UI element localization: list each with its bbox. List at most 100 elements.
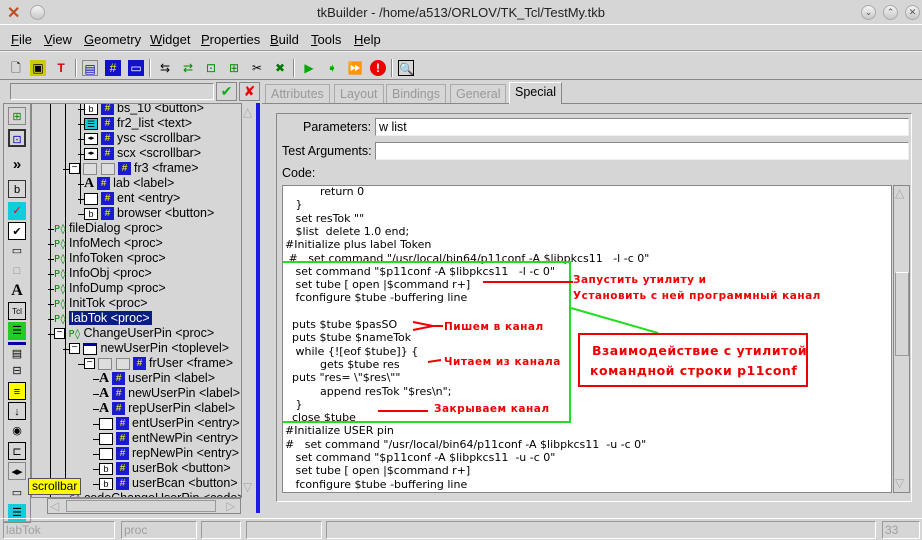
run-step-icon[interactable]: ➧ [324, 60, 340, 76]
apply-check-icon[interactable]: ✔ [216, 82, 237, 101]
menu-file[interactable]: File [11, 32, 32, 47]
tab-special[interactable]: Special [509, 82, 562, 104]
labelframe-widget-icon[interactable]: ⊏ [8, 442, 26, 460]
run-all-icon[interactable]: ⏩ [347, 60, 363, 76]
checkbutton-color-icon[interactable]: ✓ [8, 202, 26, 220]
tree-node[interactable]: C◊codeChangeUserPin <code> [69, 491, 245, 497]
listbox-widget-icon[interactable]: ☰ [8, 322, 26, 340]
tree-node[interactable]: A # lab <label> [84, 176, 174, 191]
scale-widget-icon[interactable]: ↓ [8, 402, 26, 420]
collapse-toggle-icon[interactable]: − [69, 163, 80, 175]
tree-node[interactable]: P◊ fileDialog <proc> [54, 221, 163, 236]
tree-node[interactable]: − P◊ ChangeUserPin <proc> [54, 326, 214, 341]
button-widget-icon[interactable]: b [8, 180, 26, 198]
menu-widget[interactable]: Widget [150, 32, 190, 47]
tree-node[interactable]: P◊ InfoObj <proc> [54, 266, 152, 281]
tree-node[interactable]: A # userPin <label> [99, 371, 215, 386]
scroll-down-arrow-icon[interactable]: ▽ [895, 476, 904, 490]
widget-view-icon[interactable]: ⊡ [8, 129, 26, 147]
tree-node[interactable]: A # newUserPin <label> [99, 386, 240, 401]
tree-node[interactable]: A # repUserPin <label> [99, 401, 235, 416]
tree-node[interactable]: − newUserPin <toplevel> [69, 341, 229, 356]
tree-node[interactable]: # entUserPin <entry> [99, 416, 240, 431]
tree-node[interactable]: b # userBok <button> [99, 461, 231, 476]
tree-node[interactable]: b # userBcan <button> [99, 476, 238, 491]
message-widget-icon[interactable]: ≡ [8, 382, 26, 400]
inspect-icon[interactable]: 🔍 [398, 60, 414, 76]
close-button[interactable]: ✕ [905, 5, 920, 20]
entry-widget-icon[interactable]: ▭ [8, 242, 26, 260]
tree-node[interactable]: # ent <entry> [84, 191, 180, 206]
toplevel-widget-icon[interactable]: ▤ [8, 342, 26, 360]
tree-vertical-scrollbar[interactable]: △ ▽ [241, 103, 257, 498]
tree-view-icon[interactable]: ⊞ [8, 107, 26, 125]
collapse-toggle-icon[interactable]: − [69, 343, 80, 355]
tree-search-input[interactable] [10, 83, 214, 100]
tree-node[interactable]: ☰ # fr2_list <text> [84, 116, 192, 131]
grid-icon[interactable]: # [105, 60, 121, 76]
run-icon[interactable]: ▶ [301, 60, 317, 76]
tree-node[interactable]: P◊ InfoToken <proc> [54, 251, 166, 266]
stop-icon[interactable]: ! [370, 60, 386, 76]
code-vertical-scrollbar[interactable]: △ ▽ [893, 185, 910, 493]
test-arguments-input[interactable] [375, 142, 909, 160]
tab-bindings[interactable]: Bindings [386, 84, 446, 103]
menu-tools[interactable]: Tools [311, 32, 341, 47]
tab-layout[interactable]: Layout [334, 84, 384, 103]
collapse-toggle-icon[interactable]: − [84, 358, 95, 370]
tab-attributes[interactable]: Attributes [265, 84, 330, 103]
menubutton-widget-icon[interactable]: ⊟ [8, 362, 26, 380]
save-as-tcl-icon[interactable]: T [53, 60, 69, 76]
scroll-up-arrow-icon[interactable]: △ [243, 105, 252, 119]
checkbutton-widget-icon[interactable]: ✔ [8, 222, 26, 240]
menu-properties[interactable]: Properties [201, 32, 260, 47]
scroll-up-arrow-icon[interactable]: △ [895, 186, 904, 200]
tree-horizontal-scrollbar[interactable]: ◁ ▷ [47, 498, 241, 514]
move-out-icon[interactable]: ⊞ [226, 60, 242, 76]
minimize-button[interactable]: ⌄ [861, 5, 876, 20]
scroll-left-arrow-icon[interactable]: ◁ [50, 499, 59, 513]
parameters-input[interactable]: w list [375, 118, 909, 136]
cancel-x-icon[interactable]: ✘ [239, 82, 260, 101]
frame-widget-icon[interactable]: □ [8, 262, 26, 280]
tree-node[interactable]: P◊ InfoMech <proc> [54, 236, 163, 251]
label-widget-icon[interactable]: A [8, 282, 26, 300]
scroll-thumb[interactable] [66, 500, 216, 512]
tree-node[interactable]: P◊ InfoDump <proc> [54, 281, 166, 296]
new-file-icon[interactable]: 🗋 [8, 60, 24, 76]
tree-node[interactable]: − # fr3 <frame> [69, 161, 199, 176]
menu-help[interactable]: Help [354, 32, 381, 47]
collapse-toggle-icon[interactable]: − [54, 328, 65, 340]
tree-node[interactable]: b # browser <button> [84, 206, 214, 221]
tab-general[interactable]: General [450, 84, 507, 103]
menu-geometry[interactable]: Geometry [84, 32, 141, 47]
move-down-icon[interactable]: ⇄ [180, 60, 196, 76]
menu-build[interactable]: Build [270, 32, 299, 47]
tree-node[interactable]: ◂▸ # ysc <scrollbar> [84, 131, 201, 146]
delete-icon[interactable]: ✖ [272, 60, 288, 76]
code-editor[interactable]: return 0 } set resTok "" $list delete 1.… [282, 185, 892, 493]
tree-node[interactable]: P◊ InitTok <proc> [54, 296, 148, 311]
maximize-button[interactable]: ⌃ [883, 5, 898, 20]
scroll-right-arrow-icon[interactable]: ▷ [226, 499, 235, 513]
move-up-icon[interactable]: ⇆ [157, 60, 173, 76]
save-icon[interactable]: ▣ [30, 60, 46, 76]
tcl-code-icon[interactable]: Tcl [8, 302, 26, 320]
scrollbar-widget-icon[interactable]: ◂▸ [8, 462, 26, 480]
radiobutton-widget-icon[interactable]: ◉ [8, 422, 26, 440]
more-icon[interactable]: » [8, 156, 26, 174]
menu-view[interactable]: View [44, 32, 72, 47]
tree-node[interactable]: # entNewPin <entry> [99, 431, 238, 446]
spinbox-widget-icon[interactable]: ▭ [8, 484, 26, 502]
scroll-thumb[interactable] [895, 272, 909, 356]
scroll-down-arrow-icon[interactable]: ▽ [243, 480, 252, 494]
place-icon[interactable]: ▭ [128, 60, 144, 76]
tree-node[interactable]: P◊ labTok <proc> [54, 311, 152, 326]
pack-icon[interactable]: ▤ [82, 60, 98, 76]
tree-node[interactable]: − # frUser <frame> [84, 356, 233, 371]
pane-divider[interactable] [256, 103, 260, 513]
cut-icon[interactable]: ✂ [249, 60, 265, 76]
move-in-icon[interactable]: ⊡ [203, 60, 219, 76]
tree-node[interactable]: ◂▸ # scx <scrollbar> [84, 146, 201, 161]
tree-node[interactable]: b # bs_10 <button> [84, 104, 204, 116]
